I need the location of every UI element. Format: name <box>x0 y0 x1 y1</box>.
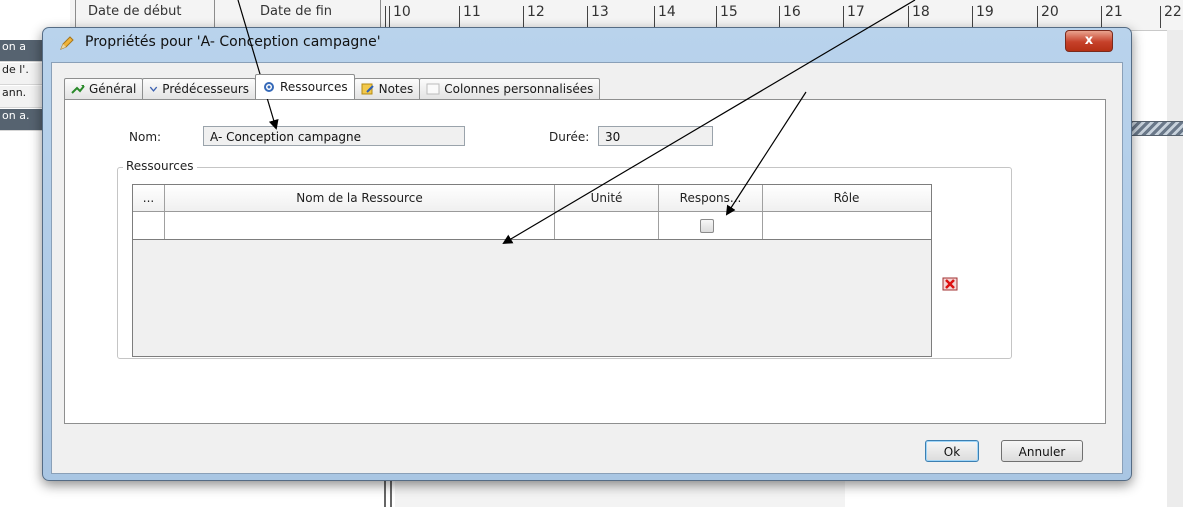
duration-field[interactable]: 30 <box>598 126 713 146</box>
column-header-index[interactable]: ... <box>133 185 165 211</box>
tab-label: Colonnes personnalisées <box>444 82 594 96</box>
day-label: 11 <box>463 4 481 20</box>
custom-columns-icon <box>426 83 440 95</box>
column-separator <box>214 0 215 30</box>
tab-predecessors[interactable]: Prédécesseurs <box>142 78 257 99</box>
day-label: 13 <box>591 4 609 20</box>
ok-button[interactable]: Ok <box>925 440 979 462</box>
column-header-role[interactable]: Rôle <box>763 185 930 211</box>
column-separator <box>380 0 381 30</box>
resources-group-title: Ressources <box>123 159 197 173</box>
day-label: 16 <box>783 4 801 20</box>
properties-dialog: Propriétés pour 'A- Conception campagne'… <box>42 27 1132 481</box>
task-row[interactable]: de l'. <box>0 63 42 85</box>
column-header-end-date[interactable]: Date de fin <box>260 4 332 19</box>
cell-index[interactable] <box>133 212 165 239</box>
predecessors-icon <box>150 86 158 92</box>
cancel-button[interactable]: Annuler <box>1001 440 1083 462</box>
cell-resource-name[interactable] <box>165 212 555 239</box>
column-header-responsible[interactable]: Respons... <box>659 185 763 211</box>
column-header-start-date[interactable]: Date de début <box>88 4 181 19</box>
resources-panel: Nom: A- Conception campagne Durée: 30 Re… <box>64 99 1106 424</box>
tab-label: Prédécesseurs <box>162 82 250 96</box>
tab-strip: Général Prédécesseurs Ressources Notes C… <box>64 74 601 99</box>
day-label: 18 <box>912 4 930 20</box>
pencil-icon <box>60 36 74 50</box>
resources-table: ... Nom de la Ressource Unité Respons...… <box>132 184 932 357</box>
cell-role[interactable] <box>763 212 930 239</box>
tab-general[interactable]: Général <box>64 78 144 99</box>
tab-notes[interactable]: Notes <box>353 78 421 99</box>
tab-custom-columns[interactable]: Colonnes personnalisées <box>419 78 601 99</box>
name-field[interactable]: A- Conception campagne <box>203 126 465 146</box>
resources-icon <box>264 82 275 92</box>
table-header: ... Nom de la Ressource Unité Respons...… <box>133 185 931 212</box>
cell-unit[interactable] <box>555 212 659 239</box>
day-label: 14 <box>658 4 676 20</box>
day-label: 12 <box>527 4 545 20</box>
delete-icon[interactable] <box>942 277 958 291</box>
cell-responsible <box>659 212 763 239</box>
day-label: 10 <box>393 4 411 20</box>
column-separator <box>75 0 76 30</box>
task-row[interactable]: on a. <box>0 109 42 131</box>
tab-resources[interactable]: Ressources <box>255 74 355 99</box>
day-label: 20 <box>1041 4 1059 20</box>
task-row[interactable]: on a <box>0 40 42 62</box>
tab-label: Ressources <box>280 80 348 94</box>
day-label: 19 <box>976 4 994 20</box>
table-row[interactable] <box>133 212 931 240</box>
dialog-client-area: Général Prédécesseurs Ressources Notes C… <box>51 62 1123 474</box>
tab-label: Notes <box>378 82 414 96</box>
task-row[interactable]: ann. <box>0 86 42 108</box>
gantt-task-bar[interactable] <box>1128 121 1183 136</box>
tab-label: Général <box>89 82 137 96</box>
close-button[interactable]: x <box>1065 30 1113 52</box>
day-label: 17 <box>847 4 865 20</box>
duration-label: Durée: <box>549 130 590 144</box>
general-icon <box>71 85 85 94</box>
name-label: Nom: <box>129 130 162 144</box>
column-header-resource-name[interactable]: Nom de la Ressource <box>165 185 555 211</box>
notes-icon <box>361 83 374 95</box>
day-label: 15 <box>720 4 738 20</box>
column-header-unit[interactable]: Unité <box>555 185 659 211</box>
responsible-checkbox[interactable] <box>700 219 714 233</box>
day-label: 21 <box>1105 4 1123 20</box>
day-label: 22 <box>1164 4 1182 20</box>
gantt-scroll-area <box>1167 30 1183 507</box>
dialog-title: Propriétés pour 'A- Conception campagne' <box>85 34 381 50</box>
dialog-title-bar[interactable]: Propriétés pour 'A- Conception campagne'… <box>43 28 1131 58</box>
